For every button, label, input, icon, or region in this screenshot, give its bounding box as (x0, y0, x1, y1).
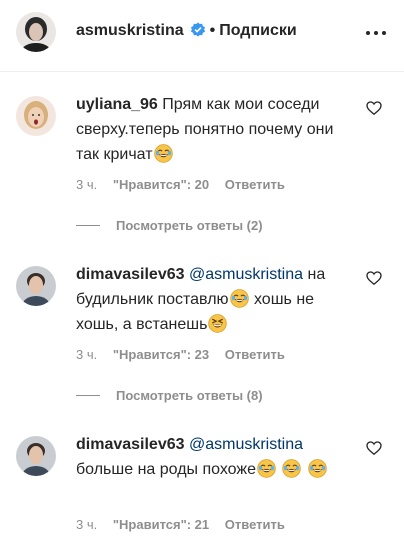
view-replies-label: Посмотреть ответы (2) (116, 218, 263, 233)
verified-badge-icon (190, 22, 206, 43)
mention-link[interactable]: @asmuskristina (189, 436, 303, 453)
view-replies-button[interactable]: Посмотреть ответы (8) (76, 388, 263, 403)
post-header: asmuskristina • Подписки (0, 0, 404, 72)
avatar[interactable] (16, 266, 56, 306)
avatar[interactable] (16, 96, 56, 136)
like-heart-icon[interactable] (366, 270, 382, 286)
comment-text: uyliana_96 Прям как мои соседи сверху.те… (76, 92, 350, 167)
reply-button[interactable]: Ответить (225, 517, 285, 532)
comment-username[interactable]: dimavasilev63 (76, 266, 185, 283)
comment-username[interactable]: uyliana_96 (76, 96, 158, 113)
comment-username[interactable]: dimavasilev63 (76, 436, 185, 453)
avatar[interactable] (16, 12, 56, 52)
joy-emoji-icon (153, 144, 173, 163)
header-title: asmuskristina • Подписки (76, 22, 297, 43)
divider-line (76, 395, 100, 396)
avatar[interactable] (16, 436, 56, 476)
joy-emoji-icon (229, 289, 249, 308)
view-replies-label: Посмотреть ответы (8) (116, 388, 263, 403)
comment-text: dimavasilev63 @asmuskristina больше на р… (76, 432, 350, 482)
likes-count[interactable]: "Нравится": 20 (113, 177, 209, 192)
likes-count[interactable]: "Нравится": 21 (113, 517, 209, 532)
divider-line (76, 225, 100, 226)
joy-emoji-icon (308, 459, 327, 478)
comment-time: 3 ч. (76, 517, 98, 532)
joy-emoji-icon (257, 459, 276, 478)
reply-button[interactable]: Ответить (225, 347, 285, 362)
comment-meta: 3 ч. "Нравится": 21 Ответить (76, 517, 297, 532)
following-button[interactable]: Подписки (219, 22, 296, 39)
like-heart-icon[interactable] (366, 440, 382, 456)
username-link[interactable]: asmuskristina (76, 22, 184, 39)
comment-body: больше на роды похоже (76, 461, 256, 478)
more-options-icon[interactable] (366, 31, 386, 37)
reply-button[interactable]: Ответить (225, 177, 285, 192)
joy-emoji-icon (282, 459, 302, 478)
mention-link[interactable]: @asmuskristina (189, 266, 303, 283)
comment-meta: 3 ч. "Нравится": 23 Ответить (76, 347, 297, 362)
comment-time: 3 ч. (76, 177, 98, 192)
separator: • (209, 22, 216, 39)
likes-count[interactable]: "Нравится": 23 (113, 347, 209, 362)
squint-laugh-emoji-icon (208, 314, 228, 333)
comment-text: dimavasilev63 @asmuskristina на будильни… (76, 262, 350, 337)
like-heart-icon[interactable] (366, 100, 382, 116)
comment-meta: 3 ч. "Нравится": 20 Ответить (76, 177, 297, 192)
comment-time: 3 ч. (76, 347, 98, 362)
view-replies-button[interactable]: Посмотреть ответы (2) (76, 218, 263, 233)
